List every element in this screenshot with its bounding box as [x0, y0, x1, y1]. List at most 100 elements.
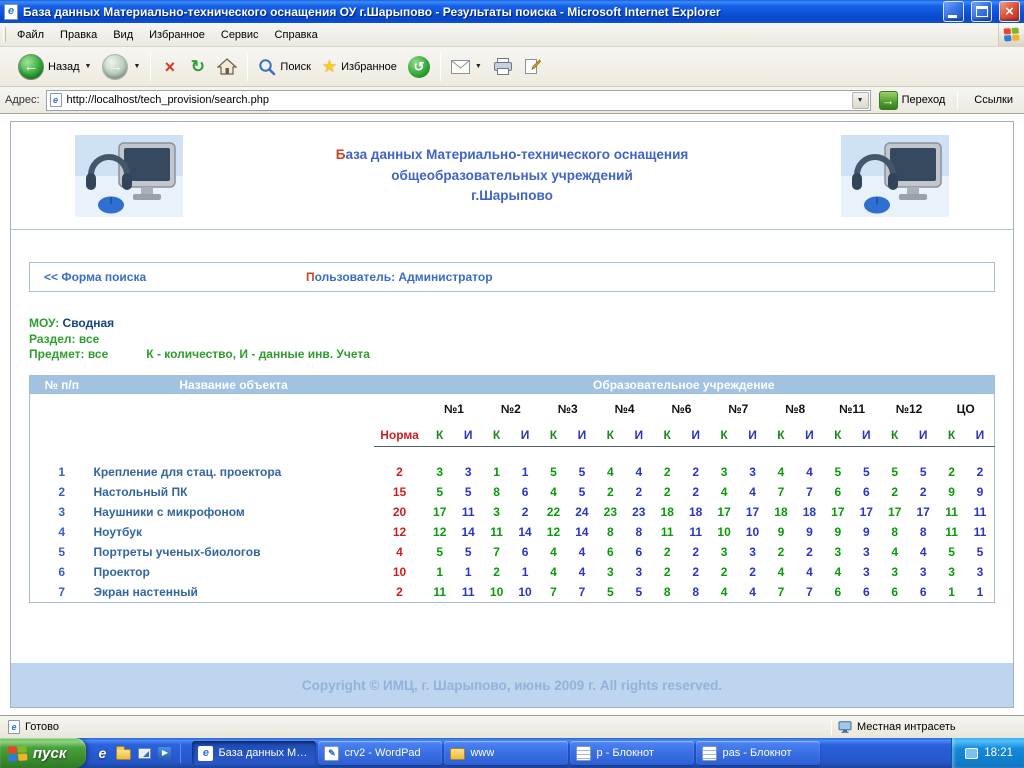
k-header: К: [824, 424, 852, 446]
menu-item[interactable]: Сервис: [213, 25, 267, 45]
k-value: 5: [426, 542, 454, 562]
taskbar-task-button[interactable]: eБаза данных Ма...: [192, 741, 316, 765]
mou-label: МОУ:: [29, 316, 59, 330]
k-value: 3: [824, 542, 852, 562]
taskbar-task-button[interactable]: ✎crv2 - WordPad: [318, 741, 442, 765]
user-name-text: ользователь: Администратор: [315, 270, 493, 284]
k-value: 3: [710, 542, 738, 562]
browser-viewport: База данных Материально-технического осн…: [0, 114, 1024, 715]
taskbar: пуск e ▶ eБаза данных Ма...✎crv2 - WordP…: [0, 738, 1024, 768]
menu-item[interactable]: Файл: [9, 25, 52, 45]
results-body: 1Крепление для стац. проектора2331155442…: [30, 462, 995, 602]
menu-item[interactable]: Вид: [105, 25, 141, 45]
quicklaunch-media-icon[interactable]: ▶: [158, 747, 171, 760]
taskbar-task-button[interactable]: p - Блокнот: [570, 741, 694, 765]
search-form-link[interactable]: << Форма поиска: [44, 270, 306, 284]
back-button[interactable]: ← Назад ▼: [13, 51, 96, 83]
k-value: 2: [767, 542, 795, 562]
network-tray-icon[interactable]: [965, 748, 978, 759]
home-button[interactable]: [212, 55, 242, 78]
standard-buttons-toolbar: ← Назад ▼ → ▼ × ↻ Поиск: [0, 47, 1024, 87]
toolbar-separator: [247, 53, 248, 81]
favorites-button[interactable]: ★ Избранное: [317, 56, 402, 78]
taskbar-task-button[interactable]: www: [444, 741, 568, 765]
i-value: 18: [795, 502, 823, 522]
window-title: База данных Материально-технического осн…: [23, 5, 936, 19]
address-separator: [957, 91, 958, 109]
k-value: 2: [710, 562, 738, 582]
i-value: 11: [454, 502, 482, 522]
address-bar: Адрес: e http://localhost/tech_provision…: [0, 87, 1024, 114]
taskbar-task-button[interactable]: pas - Блокнот: [696, 741, 820, 765]
school-header: №12: [881, 394, 938, 424]
k-value: 23: [596, 502, 624, 522]
back-label: Назад: [48, 61, 80, 73]
forward-dropdown-icon[interactable]: ▼: [133, 63, 140, 70]
start-button[interactable]: пуск: [0, 738, 86, 768]
school-header: №7: [710, 394, 767, 424]
i-value: 2: [795, 542, 823, 562]
links-label[interactable]: Ссылки: [968, 94, 1019, 106]
i-value: 14: [511, 522, 539, 542]
spacer-row: [30, 446, 995, 462]
k-value: 4: [767, 462, 795, 482]
task-label: www: [470, 747, 494, 759]
i-value: 3: [625, 562, 653, 582]
k-value: 6: [881, 582, 909, 602]
notepad-icon: [702, 746, 717, 761]
minimize-button[interactable]: [943, 1, 964, 22]
search-icon: [258, 58, 276, 76]
k-value: 5: [937, 542, 965, 562]
quicklaunch-show-desktop-icon[interactable]: [138, 748, 151, 759]
back-dropdown-icon[interactable]: ▼: [85, 63, 92, 70]
object-name: Портреты ученых-биологов: [94, 542, 374, 562]
k-value: 22: [539, 502, 567, 522]
i-value: 4: [568, 562, 596, 582]
address-input[interactable]: e http://localhost/tech_provision/search…: [46, 90, 871, 111]
k-value: 8: [596, 522, 624, 542]
forward-button[interactable]: → ▼: [97, 51, 145, 83]
quicklaunch-folder-icon[interactable]: [116, 749, 131, 760]
menu-item[interactable]: Правка: [52, 25, 105, 45]
k-value: 2: [596, 482, 624, 502]
table-row: 3Наушники с микрофоном201711322224232318…: [30, 502, 995, 522]
i-value: 6: [852, 482, 880, 502]
col-header-group: Образовательное учреждение: [374, 375, 995, 394]
k-value: 6: [596, 542, 624, 562]
address-dropdown-button[interactable]: ▼: [852, 92, 869, 109]
address-url[interactable]: http://localhost/tech_provision/search.p…: [67, 94, 847, 106]
k-value: 4: [539, 542, 567, 562]
table-row: 4Ноутбук12121411141214881111101099998811…: [30, 522, 995, 542]
i-header: И: [852, 424, 880, 446]
k-value: 8: [482, 482, 510, 502]
menu-item[interactable]: Справка: [267, 25, 326, 45]
mail-button[interactable]: ▼: [446, 57, 487, 77]
stop-button[interactable]: ×: [156, 56, 183, 78]
i-value: 1: [454, 562, 482, 582]
school-header: №4: [596, 394, 653, 424]
edit-button[interactable]: [519, 55, 546, 78]
i-value: 4: [795, 562, 823, 582]
object-name: Настольный ПК: [94, 482, 374, 502]
i-value: 6: [909, 582, 937, 602]
search-button[interactable]: Поиск: [253, 55, 315, 79]
i-value: 17: [852, 502, 880, 522]
i-value: 11: [966, 502, 995, 522]
close-button[interactable]: ×: [999, 1, 1020, 22]
i-header: И: [966, 424, 995, 446]
mail-dropdown-icon[interactable]: ▼: [475, 63, 482, 70]
maximize-button[interactable]: [971, 1, 992, 22]
i-value: 17: [738, 502, 766, 522]
print-button[interactable]: [488, 55, 518, 78]
i-value: 3: [738, 462, 766, 482]
k-value: 4: [539, 562, 567, 582]
quicklaunch-ie-icon[interactable]: e: [95, 745, 109, 761]
i-value: 2: [511, 502, 539, 522]
menu-item[interactable]: Избранное: [141, 25, 213, 45]
refresh-button[interactable]: ↻: [184, 56, 211, 78]
k-value: 11: [937, 502, 965, 522]
go-button[interactable]: → Переход: [877, 91, 948, 110]
history-button[interactable]: ↺: [403, 53, 435, 81]
i-value: 4: [625, 462, 653, 482]
k-value: 18: [767, 502, 795, 522]
